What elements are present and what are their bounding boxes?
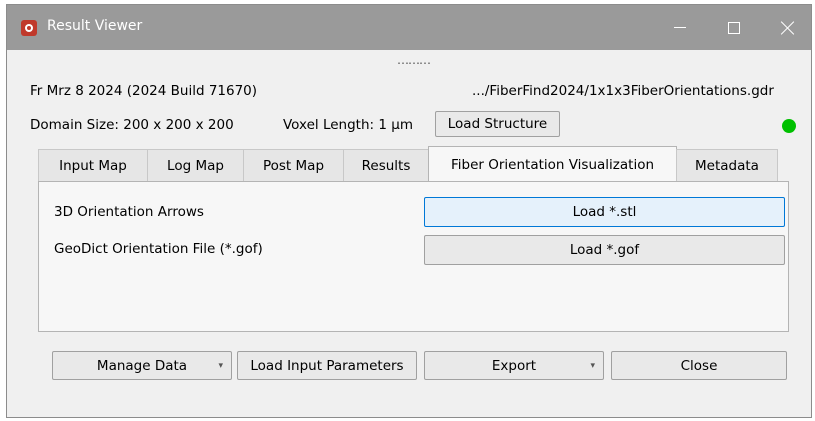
result-viewer-window: Result Viewer ……… Fr Mrz 8 2024 (2024 Bu…	[6, 4, 812, 418]
close-button[interactable]: Close	[611, 351, 787, 380]
version-label: Fr Mrz 8 2024 (2024 Build 71670)	[30, 83, 258, 99]
app-logo-icon	[21, 20, 37, 36]
tab-log-map[interactable]: Log Map	[147, 149, 244, 181]
maximize-button[interactable]	[711, 5, 757, 50]
title-bar[interactable]: Result Viewer	[7, 5, 811, 50]
orientation-file-label: GeoDict Orientation File (*.gof)	[54, 241, 263, 257]
minimize-button[interactable]	[657, 5, 703, 50]
maximize-icon	[728, 21, 740, 34]
orientation-arrows-label: 3D Orientation Arrows	[54, 204, 204, 220]
load-stl-button[interactable]: Load *.stl	[424, 197, 785, 227]
load-structure-button[interactable]: Load Structure	[435, 111, 560, 137]
chevron-down-icon: ▾	[218, 361, 223, 371]
chevron-down-icon: ▾	[590, 361, 595, 371]
fiber-orientation-panel: 3D Orientation Arrows Load *.stl GeoDict…	[38, 181, 789, 332]
tab-metadata[interactable]: Metadata	[676, 149, 778, 181]
window-title: Result Viewer	[47, 18, 143, 34]
tab-results[interactable]: Results	[343, 149, 429, 181]
export-dropdown[interactable]: Export ▾	[424, 351, 604, 380]
manage-data-dropdown[interactable]: Manage Data ▾	[52, 351, 232, 380]
load-gof-button[interactable]: Load *.gof	[424, 235, 785, 265]
close-window-button[interactable]	[765, 5, 811, 50]
file-path-label: .../FiberFind2024/1x1x3FiberOrientations…	[472, 83, 774, 99]
minimize-icon	[674, 27, 686, 28]
splitter-grip[interactable]: ………	[397, 54, 431, 66]
tab-fiber-orientation-visualization[interactable]: Fiber Orientation Visualization	[428, 146, 677, 182]
voxel-length-label: Voxel Length: 1 µm	[283, 117, 413, 133]
status-indicator	[782, 119, 796, 133]
domain-size-label: Domain Size: 200 x 200 x 200	[30, 117, 234, 133]
export-label: Export	[491, 357, 537, 374]
tab-input-map[interactable]: Input Map	[38, 149, 148, 181]
load-input-parameters-button[interactable]: Load Input Parameters	[237, 351, 417, 380]
manage-data-label: Manage Data	[96, 357, 188, 374]
close-icon	[781, 21, 795, 35]
tab-post-map[interactable]: Post Map	[243, 149, 344, 181]
